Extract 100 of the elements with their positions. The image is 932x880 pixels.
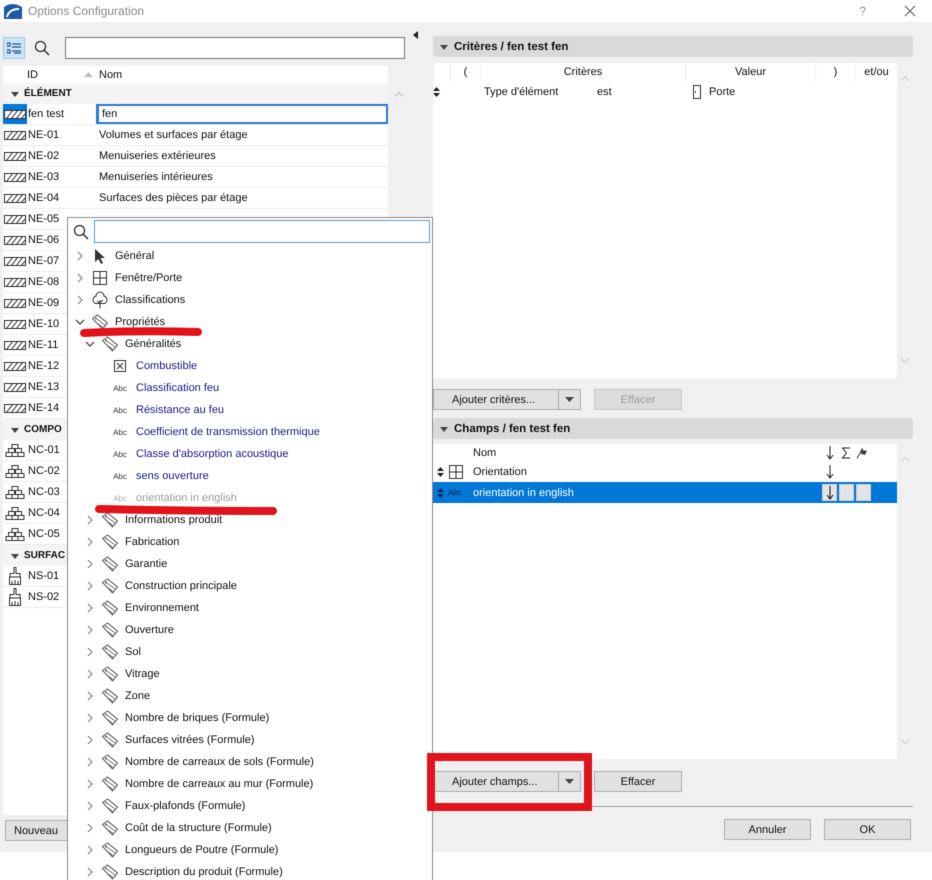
chevron-right-icon[interactable] [75,273,85,283]
group-header[interactable]: SURFAC [24,550,66,561]
id-cell[interactable]: NE-09 [28,297,60,309]
collapse-triangle-icon[interactable] [440,424,448,432]
id-cell[interactable]: NE-03 [28,171,60,183]
tree-item[interactable]: Description du produit (Formule) [125,866,283,878]
caret-icon[interactable] [565,779,574,784]
column-header[interactable]: ) [815,63,855,81]
chevron-right-icon[interactable] [85,735,95,745]
tree-item[interactable]: Faux-plafonds (Formule) [125,800,246,812]
column-header[interactable]: ( [450,63,480,81]
chevron-right-icon[interactable] [85,713,95,723]
group-header[interactable]: ÉLÉMENT [24,88,72,99]
chevron-right-icon[interactable] [85,823,95,833]
flag-toggle[interactable] [856,484,871,501]
id-cell[interactable]: NC-03 [28,486,60,498]
id-cell[interactable]: NE-04 [28,192,60,204]
tree-item[interactable]: Généralités [125,338,182,350]
tree-item[interactable]: Surfaces vitrées (Formule) [125,734,255,746]
view-toggle-button[interactable] [3,36,25,58]
collapse-triangle-icon[interactable] [11,90,19,98]
chevron-right-icon[interactable] [85,537,95,547]
chevron-right-icon[interactable] [85,867,95,877]
collapse-triangle-icon[interactable] [11,552,19,560]
chevron-right-icon[interactable] [85,625,95,635]
tree-item[interactable]: Propriétés [115,316,166,328]
id-cell[interactable]: NS-01 [28,570,60,582]
down-arrow-icon[interactable] [826,464,834,478]
id-cell[interactable]: NE-13 [28,381,60,393]
tree-item[interactable]: Combustible [136,360,198,372]
chevron-right-icon[interactable] [85,559,95,569]
close-icon[interactable] [904,5,916,17]
column-header[interactable]: Nom [473,446,822,458]
chevron-right-icon[interactable] [75,295,85,305]
id-cell[interactable]: NE-10 [28,318,60,330]
scroll-up-icon[interactable] [394,91,404,97]
id-cell[interactable]: NE-12 [28,360,60,372]
chevron-right-icon[interactable] [85,691,95,701]
chevron-right-icon[interactable] [75,251,85,261]
field-row[interactable]: Abc orientation in english [433,482,897,503]
tree-item[interactable]: Construction principale [125,580,237,592]
tree-item[interactable]: Général [115,250,154,262]
id-cell[interactable]: NS-02 [28,591,60,603]
chevron-right-icon[interactable] [85,845,95,855]
column-header[interactable]: ID [27,68,38,80]
search-field[interactable] [94,220,430,243]
tree-item[interactable]: Nombre de briques (Formule) [125,712,270,724]
collapse-panel-icon[interactable] [413,31,418,39]
id-cell[interactable]: NE-07 [28,255,60,267]
chevron-right-icon[interactable] [85,779,95,789]
chevron-right-icon[interactable] [85,603,95,613]
ok-button[interactable]: OK [824,819,911,840]
chevron-right-icon[interactable] [85,515,95,525]
id-cell[interactable]: NC-02 [28,465,60,477]
id-cell[interactable]: NE-08 [28,276,60,288]
id-cell[interactable]: NE-05 [28,213,60,225]
column-header[interactable]: Critères [480,63,685,81]
search-field[interactable] [65,36,405,58]
add-split-button[interactable]: Ajouter critères... [433,389,581,410]
tree-item[interactable]: Nombre de carreaux de sols (Formule) [125,756,314,768]
tree-item[interactable]: Coefficient de transmission thermique [136,426,320,438]
tree-item[interactable]: Environnement [125,602,199,614]
tree-item[interactable]: Classification feu [136,382,220,394]
id-cell[interactable]: NE-06 [28,234,60,246]
id-cell[interactable]: NE-11 [28,339,58,351]
id-cell[interactable]: NE-01 [28,129,60,141]
tree-item[interactable]: Nombre de carreaux au mur (Formule) [125,778,314,790]
tree-item[interactable]: Résistance au feu [136,404,224,416]
caret-icon[interactable] [565,397,574,402]
id-cell[interactable]: fen test [28,108,64,120]
id-cell[interactable]: NC-01 [28,444,60,456]
tree-item[interactable]: Fabrication [125,536,180,548]
tree-item[interactable]: Sol [125,646,141,658]
tree-item[interactable]: Fenêtre/Porte [115,272,182,284]
sort-toggle[interactable] [822,484,837,501]
tree-item[interactable]: Coût de la structure (Formule) [125,822,272,834]
chevron-down-icon[interactable] [75,317,85,327]
tree-item[interactable]: Zone [125,690,150,702]
chevron-right-icon[interactable] [85,581,95,591]
field-row[interactable]: Orientation [433,461,897,482]
clear-button[interactable]: Effacer [594,771,682,792]
down-arrow-icon[interactable] [826,486,834,500]
name-edit-field[interactable]: fen [96,104,388,124]
tree-item[interactable]: Informations produit [125,514,222,526]
chevron-right-icon[interactable] [85,647,95,657]
chevron-right-icon[interactable] [85,669,95,679]
tree-item[interactable]: Garantie [125,558,168,570]
chevron-right-icon[interactable] [85,801,95,811]
tree-item[interactable]: Longueurs de Poutre (Formule) [125,844,278,856]
new-button[interactable]: Nouveau [5,820,67,841]
collapse-triangle-icon[interactable] [440,42,448,50]
tree-item[interactable]: sens ouverture [136,470,209,482]
id-cell[interactable]: NC-04 [28,507,60,519]
tree-item[interactable]: Vitrage [125,668,160,680]
add-split-button[interactable]: Ajouter champs... [433,771,581,792]
tree-item[interactable]: Ouverture [125,624,174,636]
column-header[interactable]: Valeur [685,63,815,81]
column-header[interactable]: Nom [96,68,122,80]
chevron-right-icon[interactable] [85,757,95,767]
id-cell[interactable]: NE-14 [28,402,60,414]
